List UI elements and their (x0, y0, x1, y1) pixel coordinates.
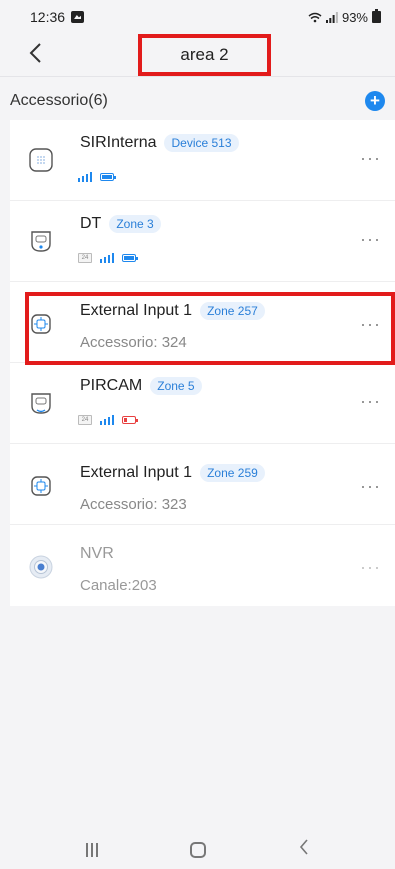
item-indicators: 24 (78, 415, 138, 425)
list-item[interactable]: SIRInterna Device 513 ··· (10, 120, 395, 201)
list-item[interactable]: External Input 1 Zone 259 Accessorio: 32… (10, 444, 395, 525)
status-right: 93% (308, 9, 381, 25)
pir-camera-icon (31, 393, 51, 414)
item-indicators (78, 172, 116, 182)
item-subtitle: Accessorio: 323 (80, 496, 187, 513)
list-item[interactable]: NVR Canale:203 ··· (10, 525, 395, 606)
nvr-camera-icon (29, 555, 53, 579)
item-title-row: SIRInterna Device 513 (80, 134, 239, 152)
temperature-chip: 24 (78, 415, 92, 425)
more-options-button[interactable]: ··· (360, 557, 381, 578)
battery-icon (372, 9, 381, 23)
page-title-text: area 2 (180, 45, 229, 64)
external-input-icon (31, 314, 51, 334)
item-name: SIRInterna (80, 134, 157, 151)
battery-percent: 93% (341, 9, 368, 25)
temperature-chip: 24 (78, 253, 92, 263)
item-title-row: External Input 1 Zone 257 (80, 302, 265, 320)
cell-signal-icon (325, 11, 338, 23)
item-name: PIRCAM (80, 377, 143, 394)
zone-badge: Zone 3 (109, 215, 161, 233)
system-back-button[interactable] (299, 839, 309, 860)
home-button[interactable] (190, 841, 207, 858)
motion-detector-icon (31, 231, 51, 252)
add-accessory-button[interactable]: + (365, 91, 385, 111)
gallery-icon (71, 11, 85, 23)
item-title-row: PIRCAM Zone 5 (80, 377, 202, 395)
list-item[interactable]: PIRCAM Zone 5 24 ··· (10, 363, 395, 444)
item-name: NVR (80, 545, 114, 562)
recent-apps-button[interactable] (86, 842, 99, 857)
accessory-section-header: Accessorio(6) + (0, 86, 395, 116)
plus-icon: + (370, 91, 380, 110)
status-time: 12:36 (30, 9, 66, 25)
zone-badge: Zone 257 (200, 302, 265, 320)
list-item[interactable]: DT Zone 3 24 ··· (10, 201, 395, 282)
item-subtitle: Accessorio: 324 (80, 334, 187, 351)
accessory-list: SIRInterna Device 513 ··· DT Zone 3 24 ·… (10, 120, 395, 606)
item-name: External Input 1 (80, 464, 193, 481)
external-input-icon (31, 476, 51, 496)
status-left: 12:36 (30, 9, 85, 25)
back-button[interactable] (28, 38, 58, 68)
item-title-row: DT Zone 3 (80, 215, 161, 233)
item-subtitle: Canale:203 (80, 577, 157, 594)
battery-full-icon (100, 173, 116, 181)
app-header: area 2 (0, 34, 395, 76)
list-item[interactable]: External Input 1 Zone 257 Accessorio: 32… (10, 282, 395, 363)
battery-low-icon (122, 416, 138, 424)
zone-badge: Zone 259 (200, 464, 265, 482)
wifi-icon (308, 12, 322, 22)
chevron-left-icon (29, 43, 41, 63)
zone-badge: Zone 5 (150, 377, 202, 395)
section-title: Accessorio(6) (10, 92, 108, 109)
item-title-row: External Input 1 Zone 259 (80, 464, 265, 482)
more-options-button[interactable]: ··· (360, 476, 381, 497)
more-options-button[interactable]: ··· (360, 391, 381, 412)
signal-icon (100, 253, 114, 263)
item-name: External Input 1 (80, 302, 193, 319)
signal-icon (100, 415, 114, 425)
battery-full-icon (122, 254, 138, 262)
page-title: area 2 (138, 34, 271, 76)
item-indicators: 24 (78, 253, 138, 263)
more-options-button[interactable]: ··· (360, 229, 381, 250)
siren-icon (29, 148, 53, 172)
zone-badge: Device 513 (164, 134, 239, 152)
more-options-button[interactable]: ··· (360, 314, 381, 335)
header-divider (0, 76, 395, 77)
item-name: DT (80, 215, 102, 232)
status-bar: 12:36 93% (0, 0, 395, 34)
signal-icon (78, 172, 92, 182)
chevron-left-icon (299, 839, 308, 855)
more-options-button[interactable]: ··· (360, 148, 381, 169)
system-nav-bar (0, 830, 395, 869)
